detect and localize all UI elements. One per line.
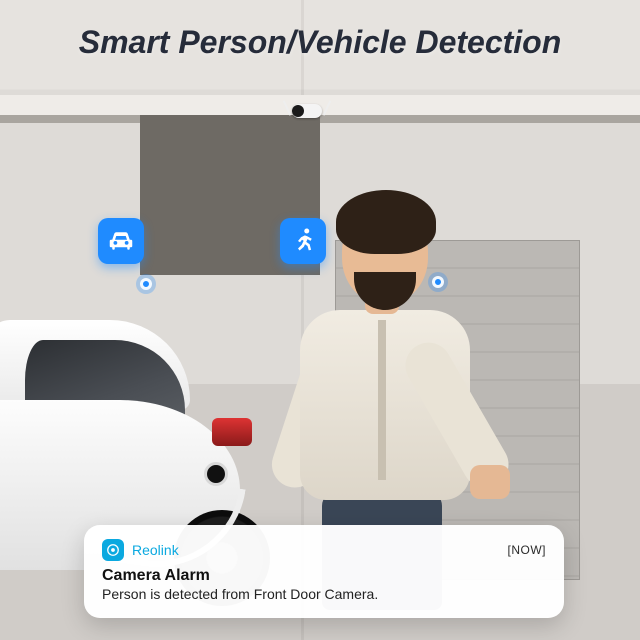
person-detection-dot xyxy=(432,276,444,288)
push-notification[interactable]: Reolink [NOW] Camera Alarm Person is det… xyxy=(84,525,564,618)
notification-app-name: Reolink xyxy=(132,542,179,558)
running-person-icon xyxy=(288,226,318,256)
headline: Smart Person/Vehicle Detection xyxy=(0,24,640,61)
notification-title: Camera Alarm xyxy=(102,567,546,585)
notification-body: Person is detected from Front Door Camer… xyxy=(102,586,546,602)
security-camera-icon xyxy=(280,98,340,126)
reolink-app-icon xyxy=(102,539,124,561)
notification-time: [NOW] xyxy=(508,543,547,557)
person-detection-badge xyxy=(280,218,326,264)
vehicle-detection-dot xyxy=(140,278,152,290)
vehicle-detection-badge xyxy=(98,218,144,264)
car-icon xyxy=(106,226,136,256)
